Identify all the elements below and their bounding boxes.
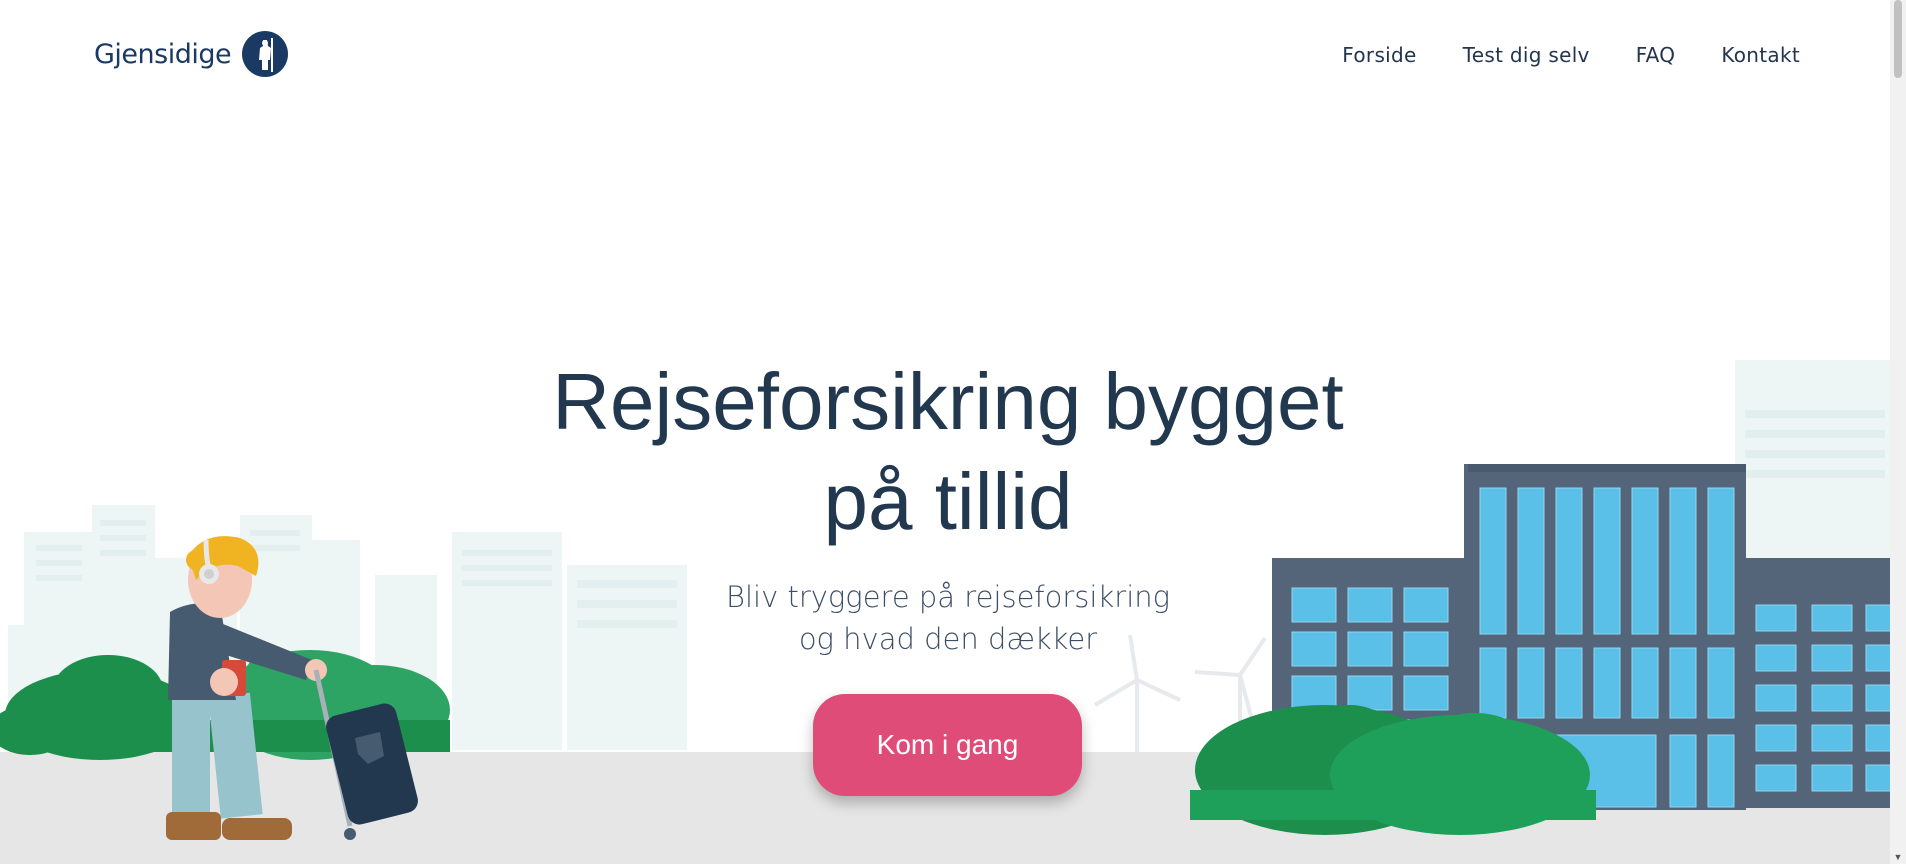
scrollbar-thumb[interactable] bbox=[1894, 0, 1902, 78]
nav-item-kontakt[interactable]: Kontakt bbox=[1721, 43, 1800, 67]
nav-item-faq[interactable]: FAQ bbox=[1636, 43, 1676, 67]
site-header: Gjensidige Forside Test dig selv FAQ Kon… bbox=[0, 0, 1906, 110]
background-skyline-right bbox=[1735, 360, 1895, 560]
get-started-button[interactable]: Kom i gang bbox=[813, 694, 1082, 796]
nav-item-forside[interactable]: Forside bbox=[1342, 43, 1416, 67]
hero-subtitle-line1: Bliv tryggere på rejseforsikring bbox=[725, 580, 1171, 614]
knight-emblem-icon bbox=[242, 31, 289, 77]
hero-subtitle: Bliv tryggere på rejseforsikring og hvad… bbox=[640, 576, 1256, 660]
nav-item-test-dig-selv[interactable]: Test dig selv bbox=[1463, 43, 1590, 67]
hero-title: Rejseforsikring bygget på tillid bbox=[440, 352, 1456, 552]
brand-name: Gjensidige bbox=[94, 38, 232, 70]
brand-logo[interactable]: Gjensidige bbox=[94, 30, 289, 78]
page-scrollbar[interactable]: ▼ bbox=[1890, 0, 1906, 864]
chevron-down-icon[interactable]: ▼ bbox=[1893, 852, 1903, 862]
hero-subtitle-line2: og hvad den dækker bbox=[798, 622, 1098, 656]
hero-title-line1: Rejseforsikring bygget bbox=[552, 357, 1344, 446]
main-nav: Forside Test dig selv FAQ Kontakt bbox=[1342, 43, 1800, 67]
hero-title-line2: på tillid bbox=[823, 457, 1073, 546]
